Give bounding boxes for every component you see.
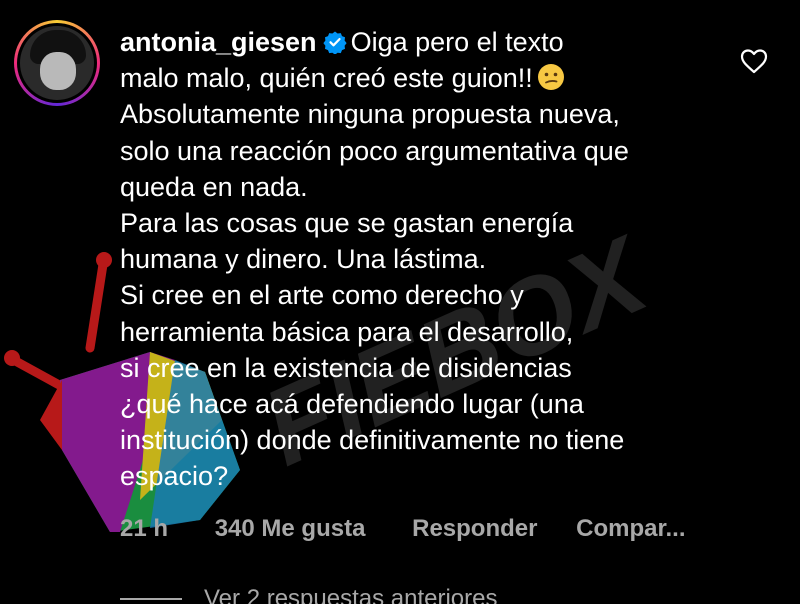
comment-line-6: Para las cosas que se gastan energía — [120, 208, 574, 239]
comment-line-10: si cree en la existencia de disidencias — [120, 352, 572, 383]
verified-badge-icon — [322, 31, 347, 54]
comment-body: antonia_giesen Oiga pero el texto malo m… — [120, 24, 720, 495]
comment-line-3: Absolutamente ninguna propuesta nueva, — [120, 99, 620, 130]
view-replies-button[interactable]: Ver 2 respuestas anteriores — [120, 585, 498, 604]
share-button[interactable]: Compar... — [576, 515, 685, 543]
comment-line-7: humana y dinero. Una lástima. — [120, 244, 487, 275]
comment-line-8: Si cree en el arte como derecho y — [120, 280, 524, 311]
avatar-photo — [20, 26, 94, 100]
view-replies-label: Ver 2 respuestas anteriores — [204, 585, 498, 604]
comment-line-11: ¿qué hace acá defendiendo lugar (una — [120, 389, 584, 420]
comment-time: 21 h — [120, 515, 169, 542]
comment-line-13: espacio? — [120, 461, 229, 492]
confused-face-icon — [537, 64, 564, 91]
heart-icon[interactable] — [740, 48, 768, 74]
comment-line-4: solo una reacción poco argumentativa que — [120, 135, 629, 166]
comment-line-9: herramienta básica para el desarrollo, — [120, 316, 574, 347]
comment-text-line: malo malo, quién creó este guion!! — [120, 63, 533, 94]
comment-line-2: malo malo, quién creó este guion!! — [120, 60, 720, 96]
replies-divider — [120, 598, 182, 600]
likes-count-button[interactable]: 340 Me gusta — [215, 515, 366, 543]
username[interactable]: antonia_giesen — [120, 27, 317, 57]
comment-line-5: queda en nada. — [120, 171, 308, 202]
reply-button[interactable]: Responder — [412, 515, 537, 543]
avatar-ring — [17, 23, 97, 103]
comment-text-line: Oiga pero el texto — [350, 27, 564, 57]
comment-actions: 21 h 340 Me gusta Responder Compar... — [120, 515, 686, 543]
avatar[interactable] — [14, 20, 100, 106]
comment-screen: FIEBOX antonia_giesen Oiga pero el texto — [0, 0, 800, 604]
comment-line-12: institución) donde definitivamente no ti… — [120, 425, 625, 456]
comment-line-1: antonia_giesen Oiga pero el texto — [120, 24, 720, 60]
